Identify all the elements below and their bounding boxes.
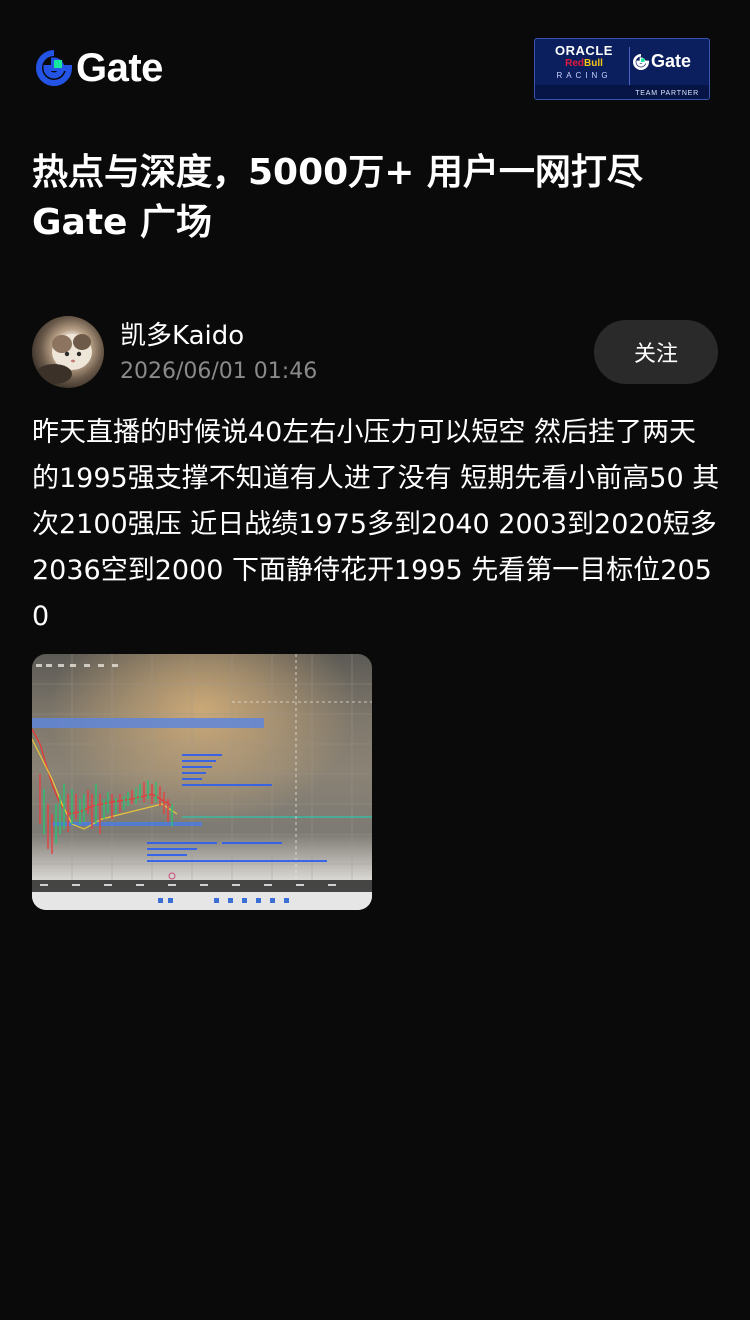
author-avatar[interactable]: [32, 316, 104, 388]
cat-photo-icon: [36, 334, 92, 384]
headline-line-2: Gate 广场: [32, 202, 213, 243]
trading-chart-photo: [32, 654, 372, 910]
badge-divider: [629, 47, 630, 85]
page-headline: 热点与深度，5000万+ 用户一网打尽 Gate 广场: [32, 148, 722, 248]
post-image-trading-chart[interactable]: [32, 654, 372, 910]
logo-text: Gate: [76, 46, 163, 90]
badge-gate-text: Gate: [651, 51, 692, 71]
redbull-red: Red: [565, 58, 584, 69]
post-timestamp: 2026/06/01 01:46: [120, 359, 318, 384]
redbull-bull: Bull: [584, 58, 603, 69]
gate-small-icon: [633, 53, 649, 70]
post-body: 昨天直播的时候说40左右小压力可以短空 然后挂了两天的1995强支撑不知道有人进…: [32, 417, 720, 632]
oracle-text: ORACLE: [555, 43, 613, 58]
team-partner-text: TEAM PARTNER: [635, 90, 699, 97]
gate-logo-icon: [36, 50, 72, 86]
racing-text: RACING: [556, 71, 612, 80]
redbull-text: RedBull: [543, 58, 625, 70]
oracle-redbull-logo: ORACLE RedBull RACING: [543, 44, 625, 82]
team-partner-badge: ORACLE RedBull RACING Gate TEAM PARTNER: [534, 38, 710, 100]
headline-line-1: 热点与深度，5000万+ 用户一网打尽: [32, 152, 643, 193]
author-name[interactable]: 凯多Kaido: [120, 320, 244, 352]
badge-gate-brand: Gate: [633, 51, 691, 72]
page: Gate ORACLE RedBull RACING Gate TEAM PAR…: [0, 0, 750, 1320]
gate-logo[interactable]: Gate: [36, 48, 163, 88]
follow-button[interactable]: 关注: [594, 320, 718, 384]
